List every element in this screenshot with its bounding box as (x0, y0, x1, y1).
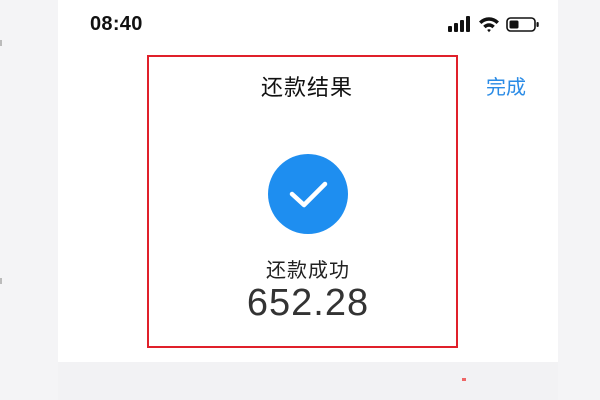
page-frame: 08:40 还款结果 完成 还款成功 652.28 (0, 0, 600, 400)
status-icons (448, 14, 542, 36)
annotation-mark (462, 378, 466, 381)
edge-mark (0, 40, 2, 46)
lower-gray-area (58, 362, 558, 400)
wifi-icon (479, 17, 499, 33)
annotation-highlight-box (147, 55, 458, 348)
signal-icon (448, 16, 472, 32)
edge-mark (0, 278, 2, 284)
done-button[interactable]: 完成 (486, 71, 526, 100)
battery-icon (506, 17, 539, 32)
status-time: 08:40 (90, 13, 143, 35)
